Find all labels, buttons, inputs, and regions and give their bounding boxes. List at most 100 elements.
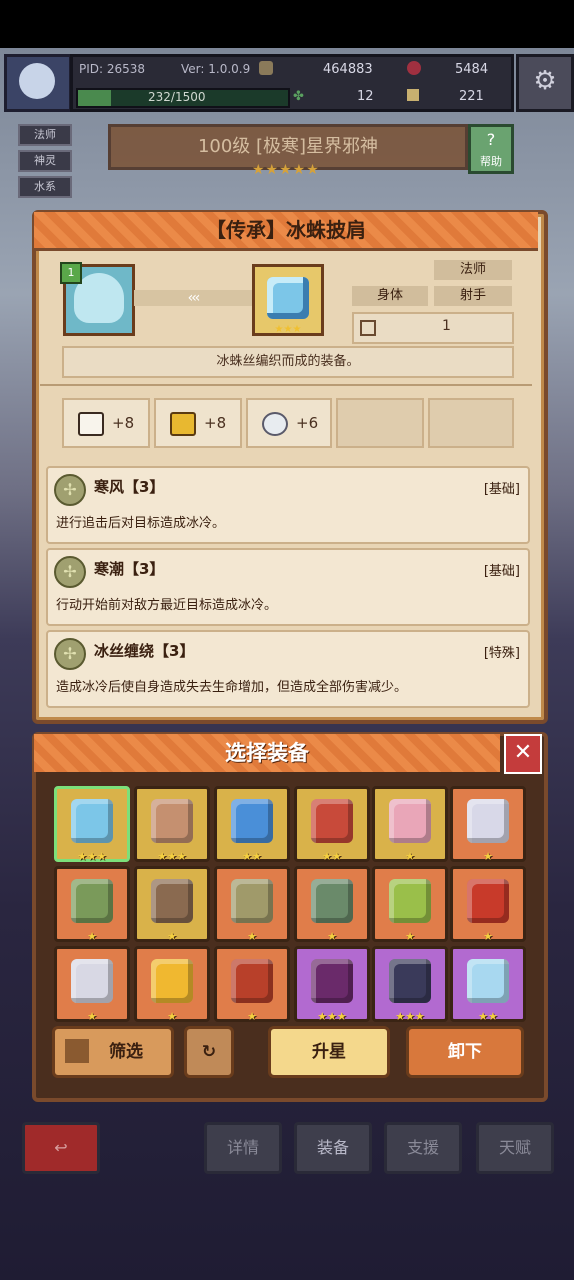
equipped-item-icon[interactable]: ★★★ (252, 264, 324, 336)
filter-chip-mage[interactable]: 法师 (18, 124, 72, 146)
filter-button[interactable]: 筛选 (52, 1026, 174, 1078)
armor-icon (151, 879, 193, 923)
slot-stars: ★★★ (77, 850, 107, 863)
slot-stars: ★★★ (395, 1010, 425, 1023)
item-description: 冰蛛丝编织而成的装备。 (62, 346, 514, 378)
equipment-slot[interactable]: ★ (450, 786, 526, 863)
skill-icon: ✢ (54, 556, 86, 588)
back-arrow-icon[interactable]: ↩ (22, 1122, 100, 1174)
equipment-slot[interactable]: ★ (134, 946, 210, 1023)
slot-stars: ★ (483, 850, 493, 863)
help-question-icon: ? (486, 130, 496, 149)
slot-stars: ★ (167, 1010, 177, 1023)
equipment-slot[interactable]: ★ (214, 946, 290, 1023)
help-button[interactable]: ? 帮助 (468, 124, 514, 174)
equipment-slot[interactable]: ★★ (214, 786, 290, 863)
refresh-icon[interactable]: ↻ (184, 1026, 234, 1078)
armor-icon (311, 959, 353, 1003)
equipment-slot[interactable]: ★ (372, 866, 448, 943)
skill-type: [特殊] (483, 646, 520, 661)
clover-count: 12 (357, 89, 374, 104)
boot-icon (407, 89, 419, 101)
equipment-slot[interactable]: ★★ (294, 786, 370, 863)
equipment-slot[interactable]: ★★★ (134, 786, 210, 863)
armor-icon (311, 799, 353, 843)
skill-type: [基础] (483, 564, 520, 579)
filter-chip-water[interactable]: 水系 (18, 176, 72, 198)
upgrade-star-button[interactable]: 升星 (268, 1026, 390, 1078)
skill-desc: 行动开始前对敌方最近目标造成冰冷。 (56, 598, 278, 613)
boot-count: 221 (459, 89, 484, 104)
equipment-slot[interactable]: ★ (450, 866, 526, 943)
slot-stars: ★ (405, 930, 415, 943)
ice-cape-icon (267, 277, 309, 319)
equipment-slot[interactable]: ★ (134, 866, 210, 943)
avatar-face-icon (19, 63, 55, 99)
equipment-slot[interactable]: ★★ (450, 946, 526, 1023)
skill-name: 寒潮【3】 (94, 560, 165, 578)
settings-gear-icon[interactable]: ⚙ (516, 54, 574, 112)
game-version: Ver: 1.0.0.9 (181, 62, 251, 76)
skill-desc: 进行追击后对目标造成冰冷。 (56, 516, 226, 531)
armor-icon (71, 879, 113, 923)
attribute-stone-value: +6 (296, 414, 319, 432)
slot-stars: ★ (405, 850, 415, 863)
armor-icon (231, 879, 273, 923)
skill-card[interactable]: ✢ 寒潮【3】 [基础] 行动开始前对敌方最近目标造成冰冷。 (46, 548, 530, 626)
equipment-slot[interactable]: ★★★ (294, 946, 370, 1023)
equipment-slot[interactable]: ★ (294, 866, 370, 943)
slot-stars: ★★★ (157, 850, 187, 863)
tab-details[interactable]: 详情 (204, 1122, 282, 1174)
slot-stars: ★ (87, 930, 97, 943)
armor-icon (151, 799, 193, 843)
unequip-button[interactable]: 卸下 (406, 1026, 524, 1078)
hp-bar-fill (78, 90, 111, 106)
gem-icon (407, 61, 421, 75)
player-id: PID: 26538 (79, 62, 146, 76)
slot-stars: ★★★ (317, 1010, 347, 1023)
player-avatar[interactable] (4, 54, 72, 112)
slot-stars: ★★ (242, 850, 262, 863)
attribute-gold: +8 (154, 398, 242, 448)
equipment-slot[interactable]: ★ (372, 786, 448, 863)
armor-icon (231, 799, 273, 843)
hero-level-badge: 1 (60, 262, 82, 284)
help-label: 帮助 (480, 155, 502, 168)
tab-support[interactable]: 支援 (384, 1122, 462, 1174)
item-title: 【传承】冰蛛披肩 (34, 212, 538, 251)
hp-text: 232/1500 (148, 90, 206, 104)
book-icon (78, 411, 104, 436)
attribute-stone: +6 (246, 398, 332, 448)
attribute-empty-2 (428, 398, 514, 448)
gold-bar-icon (170, 411, 196, 436)
slot-stars: ★ (87, 1010, 97, 1023)
slot-stars: ★★ (478, 1010, 498, 1023)
armor-icon (389, 959, 431, 1003)
selection-title: 选择装备 (34, 734, 500, 772)
tag-type: 射手 (434, 286, 512, 306)
armor-icon (71, 959, 113, 1003)
system-status-bar (0, 0, 574, 48)
skill-card[interactable]: ✢ 冰丝缠绕【3】 [特殊] 造成冰冷后使自身造成失去生命增加，但造成全部伤害减… (46, 630, 530, 708)
equipment-slot[interactable]: ★★★ (54, 786, 130, 863)
armor-icon (231, 959, 273, 1003)
close-icon[interactable]: ✕ (504, 734, 542, 774)
tab-equipment[interactable]: 装备 (294, 1122, 372, 1174)
skill-card[interactable]: ✢ 寒风【3】 [基础] 进行追击后对目标造成冰冷。 (46, 466, 530, 544)
armor-icon (311, 879, 353, 923)
slot-stars: ★★ (322, 850, 342, 863)
armor-icon (151, 959, 193, 1003)
equipment-slot[interactable]: ★ (54, 946, 130, 1023)
filter-chip-deity[interactable]: 神灵 (18, 150, 72, 172)
tag-slot: 身体 (352, 286, 428, 306)
tab-talent[interactable]: 天赋 (476, 1122, 554, 1174)
count-value: 1 (442, 318, 451, 334)
equipment-slot[interactable]: ★★★ (372, 946, 448, 1023)
equipment-slot[interactable]: ★ (214, 866, 290, 943)
hp-bar: 232/1500 (76, 88, 290, 108)
equipment-slot[interactable]: ★ (54, 866, 130, 943)
attribute-empty-1 (336, 398, 424, 448)
gold-count: 464883 (323, 62, 373, 77)
slot-stars: ★ (167, 930, 177, 943)
skill-icon: ✢ (54, 638, 86, 670)
